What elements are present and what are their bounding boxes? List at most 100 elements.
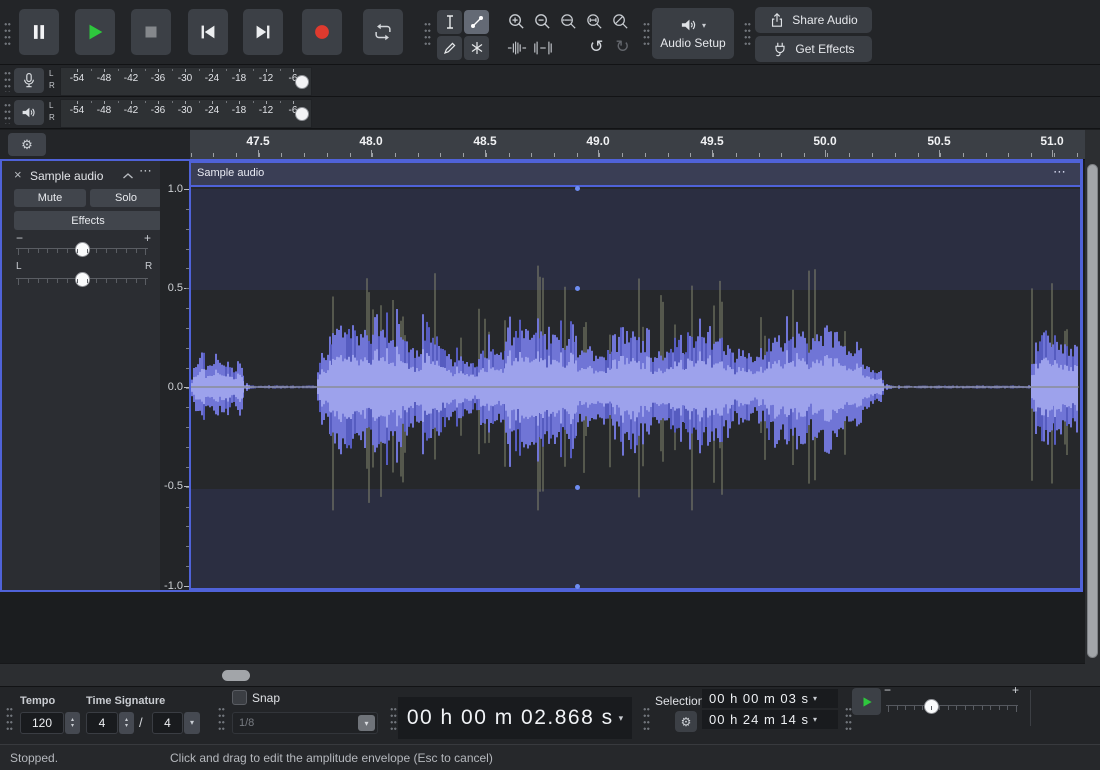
gain-slider[interactable] [16,242,148,256]
recording-meter[interactable]: -54-48-42-36-30-24-18-12-6 [60,67,312,96]
horizontal-scrollbar[interactable] [0,663,1085,687]
ruler-tick [713,153,714,157]
slider-tick [136,249,137,253]
slider-tick [948,706,949,710]
ruler-tick [531,153,532,157]
stop-button[interactable] [131,9,171,55]
ruler-tick [486,153,487,157]
horizontal-scrollbar-thumb[interactable] [222,670,250,681]
toolbar-grip[interactable] [643,704,650,730]
track-title[interactable]: Sample audio [30,169,103,183]
time-signature-upper-input[interactable]: 4 [86,712,118,734]
envelope-control-point[interactable] [575,485,580,490]
playback-speed-slider[interactable] [886,697,1018,713]
loop-icon [372,21,394,43]
selection-options-button[interactable]: ⚙ [675,711,697,732]
pan-slider[interactable] [16,272,148,286]
envelope-control-point[interactable] [575,186,580,191]
playback-meter-button[interactable] [14,100,44,125]
slider-tick [136,279,137,283]
selection-end-value: 00 h 24 m 14 s [702,712,809,727]
fit-selection-button[interactable] [556,10,581,32]
skip-to-start-button[interactable] [188,9,228,55]
timeline-options-area: ⚙ [0,130,190,159]
skip-to-end-button[interactable] [243,9,283,55]
toolbar-grip[interactable] [4,100,11,124]
close-track-button[interactable]: × [14,167,22,182]
slider-tick [982,706,983,710]
waveform[interactable] [191,187,1079,588]
draw-tool-button[interactable] [437,36,462,60]
timeline-options-button[interactable]: ⚙ [8,133,46,156]
snap-label: Snap [252,691,280,705]
play-button[interactable] [75,9,115,55]
slider-tick [106,249,107,253]
track-menu-button[interactable]: ⋯ [139,163,152,179]
toolbar-grip[interactable] [643,19,650,45]
meter-scale-label: -54 [70,105,84,116]
toolbar-grip[interactable] [218,704,225,730]
audio-setup-button[interactable]: ▾ Audio Setup [652,8,734,59]
toolbar-grip[interactable] [4,19,11,45]
ruler-tick [191,153,192,157]
timeline-ruler[interactable]: 47.548.048.549.049.550.050.551.0 [190,130,1085,160]
share-audio-button[interactable]: Share Audio [755,7,872,33]
speed-slider-thumb[interactable] [924,699,939,714]
vertical-scrollbar[interactable] [1085,130,1100,686]
audio-position-display[interactable]: 00 h 00 m 02.868 s ▾ [398,697,632,739]
record-meter-button[interactable] [14,68,44,93]
envelope-tool-button[interactable] [464,10,489,34]
envelope-control-point[interactable] [575,584,580,589]
effects-button[interactable]: Effects [14,211,162,230]
time-signature-lower-dropdown[interactable]: ▾ [184,712,200,734]
zoom-toggle-button[interactable] [608,10,633,32]
trim-audio-button[interactable] [504,37,529,59]
clip-menu-button[interactable]: ⋯ [1053,164,1066,180]
silence-audio-button[interactable] [530,37,555,59]
ruler-major-tick [825,150,826,157]
toolbar-grip[interactable] [845,704,852,730]
selection-start-field[interactable]: 00 h 00 m 03 s ▾ [702,689,838,708]
play-icon [860,695,874,709]
collapse-track-button[interactable] [122,172,134,180]
zoom-in-button[interactable] [504,10,529,32]
slider-tick [116,279,117,283]
snap-interval-dropdown[interactable]: 1/8 ▾ [232,712,378,734]
envelope-control-point[interactable] [575,286,580,291]
undo-button[interactable]: ↺ [584,36,609,58]
selection-tool-button[interactable] [437,10,462,34]
ruler-tick [872,153,873,157]
multi-tool-button[interactable] [464,36,489,60]
vertical-scrollbar-thumb[interactable] [1087,164,1098,658]
pause-button[interactable] [19,9,59,55]
toolbar-grip[interactable] [424,19,431,45]
time-signature-lower-select[interactable]: 4 [152,712,183,734]
tempo-stepper[interactable]: ▴ ▾ [65,712,80,734]
audio-position-value: 00 h 00 m 02.868 s [407,706,614,730]
toolbar-grip[interactable] [744,19,751,45]
playback-meter[interactable]: -54-48-42-36-30-24-18-12-6 [60,99,312,128]
loop-button[interactable] [363,9,403,55]
ruler-tick [759,153,760,157]
vertical-scale-ruler[interactable]: 1.00.50.0-0.5-1.0 [160,161,189,590]
play-at-speed-button[interactable] [852,688,881,715]
selection-end-field[interactable]: 00 h 24 m 14 s ▾ [702,710,838,729]
slider-tick [67,279,68,283]
get-effects-button[interactable]: Get Effects [755,36,872,62]
record-button[interactable] [302,9,342,55]
snap-checkbox[interactable] [232,690,247,705]
clip-header[interactable]: Sample audio ⋯ [191,163,1080,187]
toolbar-grip[interactable] [6,704,13,730]
slider-tick [956,706,957,710]
tempo-input[interactable]: 120 [20,712,64,734]
time-signature-stepper[interactable]: ▴ ▾ [119,712,134,734]
fit-project-button[interactable] [582,10,607,32]
mute-button[interactable]: Mute [14,189,86,207]
redo-button[interactable]: ↻ [610,36,635,58]
pencil-icon [442,40,458,56]
solo-button[interactable]: Solo [90,189,162,207]
chevron-down-icon: ▾ [813,715,818,724]
toolbar-grip[interactable] [390,704,397,730]
zoom-out-button[interactable] [530,10,555,32]
toolbar-grip[interactable] [4,68,11,92]
